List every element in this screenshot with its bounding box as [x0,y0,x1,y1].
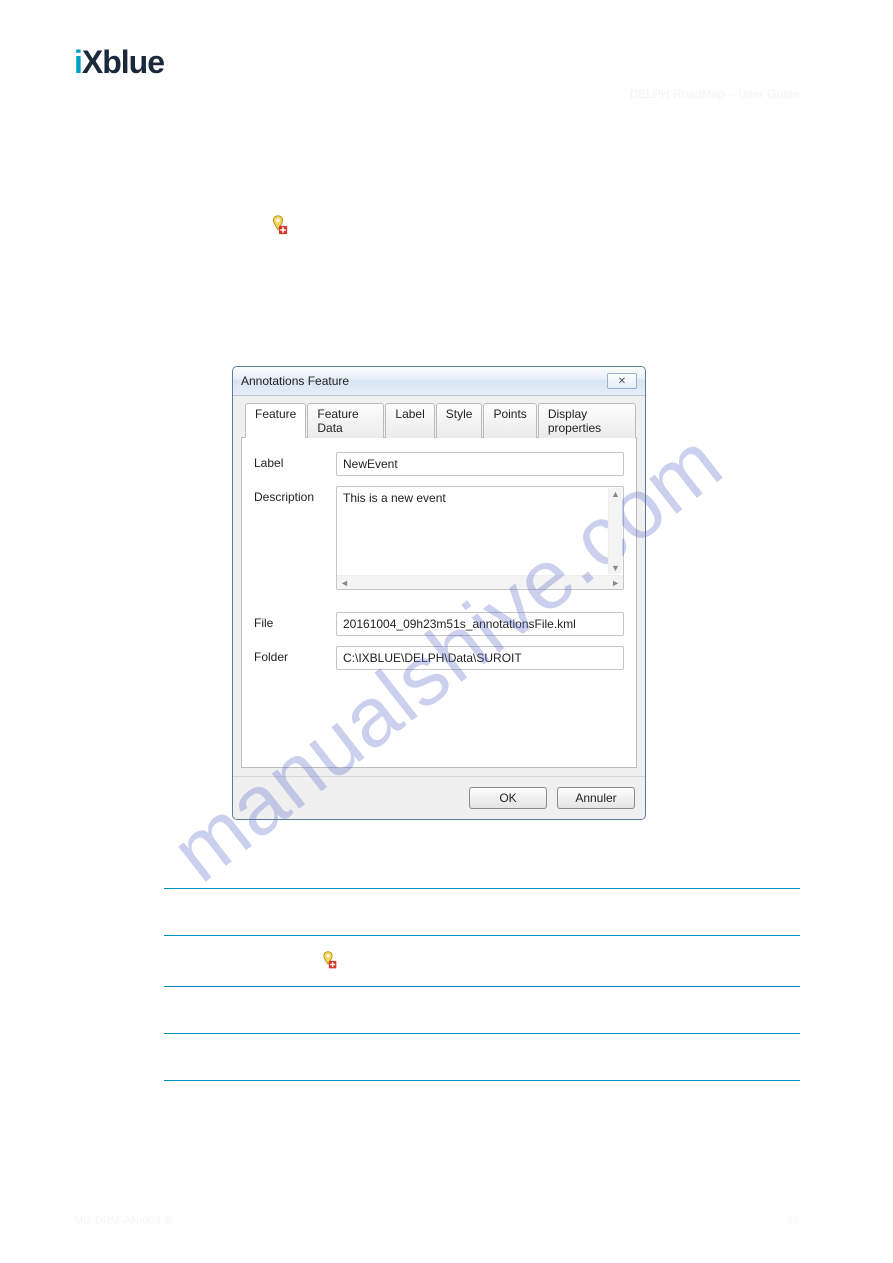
bullet-polygon: To draw a polygon: click several times a… [204,299,799,319]
table-row: 2 Click on the map at the point of inter… [164,986,800,1033]
logo-x: X [82,44,102,80]
table-header-row: Step Action [164,888,800,935]
ok-button[interactable]: OK [469,787,547,809]
file-field-label: File [254,612,336,630]
horizontal-scrollbar[interactable]: ◄ ► [337,575,623,589]
scroll-down-icon: ▼ [611,562,620,574]
scroll-right-icon: ► [611,578,620,588]
scroll-up-icon: ▲ [611,488,620,500]
footer-page-number: 53 [787,1215,799,1227]
logo-dot: i [74,44,82,80]
folder-input[interactable] [336,646,624,670]
add-annotation-icon [318,950,340,972]
folder-field-label: Folder [254,646,336,664]
tab-feature[interactable]: Feature [245,403,306,438]
table-row: 1 Click on the button of the Annotations… [164,935,800,986]
footer-reference: MU-DRM-AN-003-B [74,1215,172,1227]
bullet-point: To draw a point: click once on the map. [204,244,799,264]
result-arrow-icon: ↪ [192,331,203,346]
logo-rest: blue [102,44,164,80]
cancel-button[interactable]: Annuler [557,787,635,809]
step-result: ↪ The Annotations Feature dialog box ope… [192,329,799,349]
tab-style[interactable]: Style [436,403,483,438]
tab-feature-data[interactable]: Feature Data [307,403,384,438]
annotations-feature-dialog: Annotations Feature ✕ Feature Feature Da… [232,366,646,820]
col-step-header: Step [164,888,224,935]
description-field-label: Description [254,486,336,504]
document-title: DELPH RoadMap – User Guide [74,87,799,101]
table-row: 3 In the Label field enter a name for th… [164,1033,800,1080]
tab-points[interactable]: Points [483,403,536,438]
dialog-tabs: Feature Feature Data Label Style Points … [241,402,637,438]
label-field-label: Label [254,452,336,470]
bullet-line: To draw a line: click several times and … [204,272,799,292]
dialog-close-button[interactable]: ✕ [607,373,637,389]
tab-display-properties[interactable]: Display properties [538,403,636,438]
description-textarea[interactable]: This is a new event ▲ ▼ ◄ ► [336,486,624,590]
file-input[interactable] [336,612,624,636]
step-1: 1. Click on the button in the Annotation… [164,214,799,319]
brand-logo: iXblue [74,44,799,81]
close-icon: ✕ [618,376,626,387]
intro-paragraph: The annotation target is a KML file disp… [164,161,799,200]
tab-label[interactable]: Label [385,403,434,438]
col-action-header: Action [224,888,294,935]
add-annotation-icon [267,214,289,236]
scroll-left-icon: ◄ [340,578,349,588]
label-input[interactable] [336,452,624,476]
figure-caption: Figure 30 – Annotations Feature dialog b… [74,842,799,862]
procedure-table: Step Action 1 Click on the [164,888,800,1081]
page-footer: MU-DRM-AN-003-B 53 [74,1215,799,1227]
vertical-scrollbar[interactable]: ▲ ▼ [608,488,622,574]
dialog-title: Annotations Feature [241,374,349,388]
